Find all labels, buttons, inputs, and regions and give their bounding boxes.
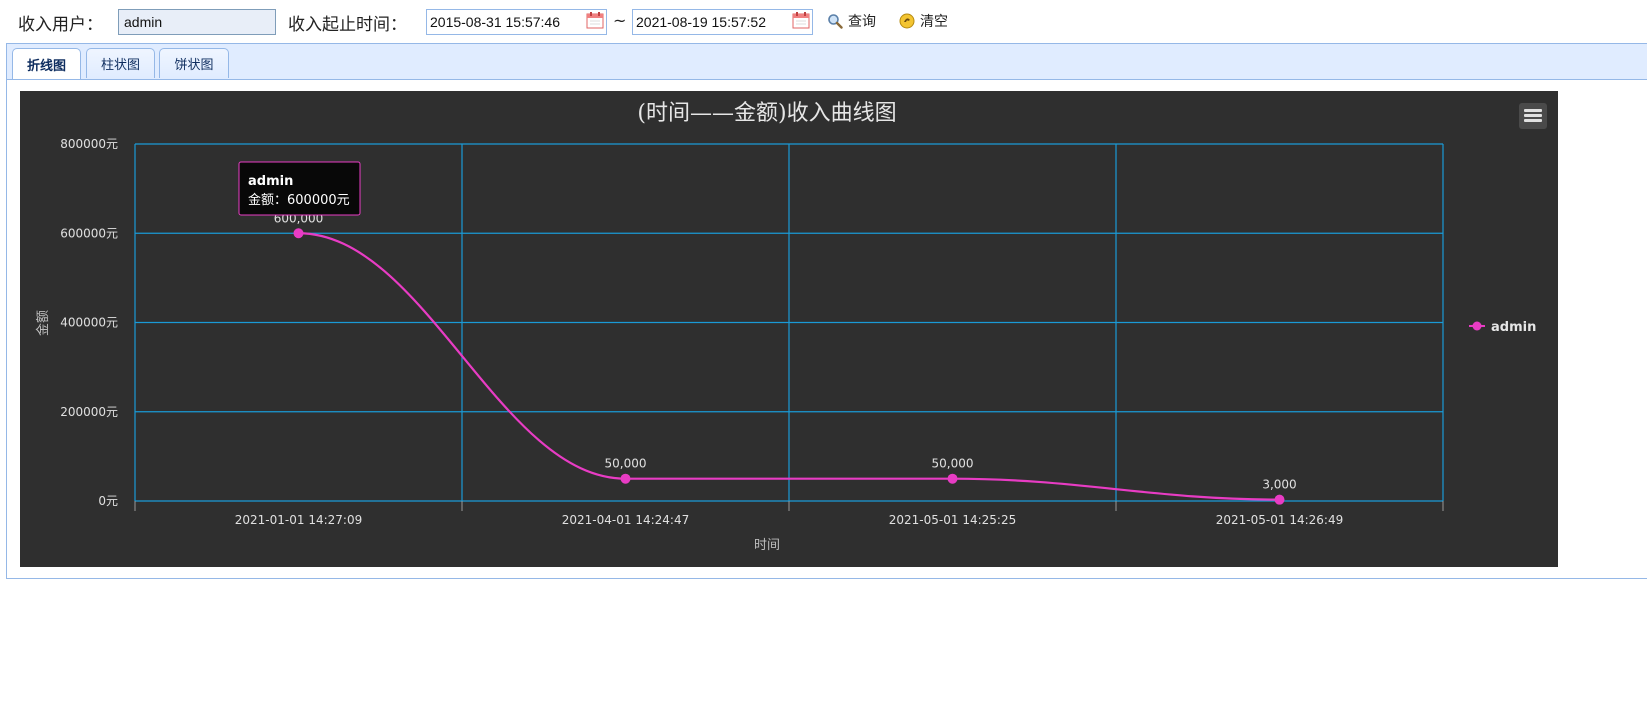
x-tick-label: 2021-01-01 14:27:09 bbox=[235, 513, 362, 527]
tab-bar-chart[interactable]: 柱状图 bbox=[86, 48, 155, 78]
tooltip-series: admin bbox=[248, 174, 293, 189]
data-point[interactable] bbox=[947, 473, 958, 484]
end-date-field[interactable]: 2021-08-19 15:57:52 bbox=[632, 9, 813, 35]
user-label: 收入用户： bbox=[18, 15, 103, 35]
clear-icon bbox=[899, 13, 915, 29]
query-label: 查询 bbox=[848, 14, 876, 30]
search-icon bbox=[828, 14, 843, 29]
data-point[interactable] bbox=[293, 228, 304, 239]
chart-panel: 折线图 柱状图 饼状图 (时间——金额)收入曲线图 0元 200000元 40000… bbox=[6, 43, 1647, 579]
query-button[interactable]: 查询 bbox=[827, 11, 876, 31]
data-point[interactable] bbox=[620, 473, 631, 484]
calendar-icon[interactable] bbox=[792, 11, 810, 29]
legend-item-admin[interactable]: admin bbox=[1491, 320, 1536, 335]
y-tick-label: 400000元 bbox=[60, 316, 118, 330]
data-label: 50,000 bbox=[605, 457, 647, 471]
calendar-icon[interactable] bbox=[586, 11, 604, 29]
time-range-label: 收入起止时间： bbox=[288, 15, 407, 35]
data-label: 3,000 bbox=[1262, 478, 1296, 492]
clear-button[interactable]: 清空 bbox=[899, 11, 948, 31]
line-chart: (时间——金额)收入曲线图 0元 200000元 400000元 600000元 800… bbox=[20, 91, 1558, 567]
y-tick-label: 200000元 bbox=[60, 405, 118, 419]
clear-label: 清空 bbox=[920, 14, 948, 30]
tab-line-chart[interactable]: 折线图 bbox=[12, 48, 81, 79]
range-separator: ~ bbox=[613, 11, 627, 30]
line-chart-svg: (时间——金额)收入曲线图 0元 200000元 400000元 600000元 800… bbox=[35, 101, 1536, 553]
legend[interactable]: admin bbox=[1469, 320, 1536, 335]
y-tick-label: 0元 bbox=[98, 494, 118, 508]
y-axis-title: 金额 bbox=[35, 310, 51, 336]
y-tick-label: 600000元 bbox=[60, 226, 118, 240]
tooltip: admin 金额：600000元 bbox=[238, 161, 361, 216]
start-date-value: 2015-08-31 15:57:46 bbox=[430, 14, 560, 30]
end-date-value: 2021-08-19 15:57:52 bbox=[636, 14, 766, 30]
data-label: 50,000 bbox=[932, 457, 974, 471]
chart-tabs: 折线图 柱状图 饼状图 bbox=[7, 44, 1647, 80]
filter-toolbar: 收入用户： 收入起止时间： 2015-08-31 15:57:46 ~ 2021… bbox=[0, 0, 1647, 44]
chart-title: (时间——金额)收入曲线图 bbox=[637, 101, 896, 126]
y-tick-label: 800000元 bbox=[60, 137, 118, 151]
chart-menu-button[interactable] bbox=[1519, 103, 1547, 129]
x-tick-label: 2021-05-01 14:26:49 bbox=[1216, 513, 1343, 527]
user-input[interactable] bbox=[118, 9, 276, 35]
tooltip-value: 金额：600000元 bbox=[248, 192, 350, 208]
x-tick-label: 2021-04-01 14:24:47 bbox=[562, 513, 689, 527]
x-axis-title: 时间 bbox=[754, 538, 780, 553]
start-date-field[interactable]: 2015-08-31 15:57:46 bbox=[426, 9, 607, 35]
tab-pie-chart[interactable]: 饼状图 bbox=[159, 48, 229, 78]
data-point[interactable] bbox=[1274, 494, 1285, 505]
x-tick-label: 2021-05-01 14:25:25 bbox=[889, 513, 1016, 527]
